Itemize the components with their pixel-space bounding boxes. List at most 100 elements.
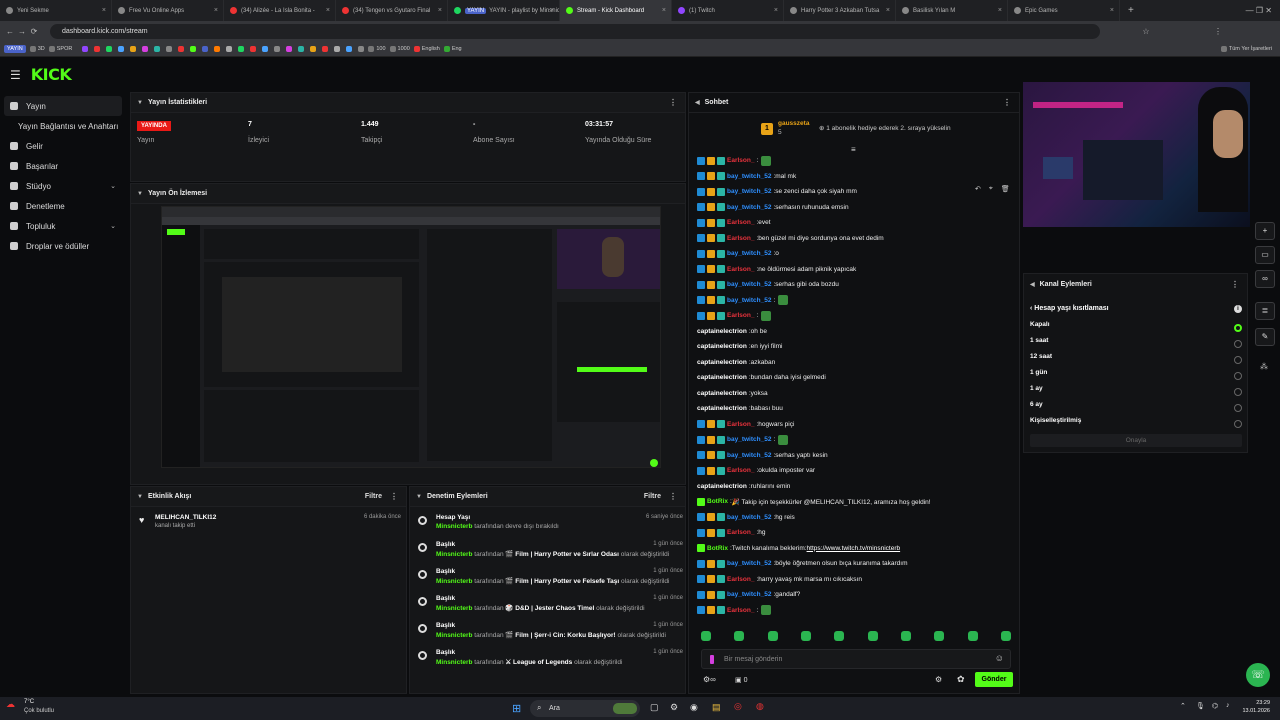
tab-close-icon[interactable]: × — [1110, 7, 1114, 14]
chat-message[interactable]: BotRix: 🎉 Takip için teşekkürler @MELIHC… — [697, 494, 1007, 510]
chat-message[interactable]: bay_twitch_52: se zenci daha çok siyah m… — [697, 184, 1007, 200]
quick-emote-icon[interactable] — [1000, 631, 1011, 641]
bookmark-favicon-icon[interactable] — [130, 46, 137, 52]
rail-chat-icon[interactable]: ▭ — [1255, 246, 1275, 264]
rail-link-icon[interactable]: ∞ — [1255, 270, 1275, 288]
chat-message[interactable]: Earlson_: harry yavaş mk marsa mı cıkıca… — [697, 572, 1007, 588]
window-controls[interactable]: — ❐ ✕ — [1246, 6, 1272, 15]
chat-username[interactable]: Earlson_ — [727, 529, 754, 536]
chat-settings-icon[interactable]: ⚙∞ — [703, 675, 716, 684]
chat-message[interactable]: captainelectrion: ruhlarını emin — [697, 479, 1007, 495]
quick-emote-icon[interactable] — [701, 631, 711, 641]
bookmark-eng[interactable]: Eng — [443, 46, 462, 52]
bookmark-favicon-icon[interactable] — [166, 46, 173, 52]
bookmark-favicon-icon[interactable] — [118, 46, 125, 52]
bookmark-1000[interactable]: 1000 — [389, 46, 410, 52]
tab-close-icon[interactable]: × — [214, 7, 218, 14]
chat-message[interactable]: bay_twitch_52: serhas gibi oda bozdu — [697, 277, 1007, 293]
new-tab-icon[interactable]: + — [1128, 5, 1134, 16]
chat-username[interactable]: Earlson_ — [727, 157, 754, 164]
url-field[interactable]: dashboard.kick.com/stream — [50, 24, 1100, 39]
tab-close-icon[interactable]: × — [886, 7, 890, 14]
points-display[interactable]: ▣ 0 — [735, 676, 747, 684]
info-icon[interactable]: i — [1234, 305, 1242, 313]
bookmark-favicon-icon[interactable] — [358, 46, 365, 52]
moderation-menu-icon[interactable]: ⋮ — [669, 492, 677, 501]
back-icon[interactable]: ← — [4, 27, 16, 36]
chat-message[interactable]: captainelectrion: babası buu — [697, 401, 1007, 417]
taskbar-search[interactable]: ⌕ Ara — [530, 700, 640, 717]
chat-message[interactable]: Earlson_: — [697, 153, 1007, 169]
age-option[interactable]: 1 saat — [1030, 337, 1242, 351]
chat-username[interactable]: bay_twitch_52 — [727, 173, 771, 180]
radio-button[interactable] — [1234, 324, 1242, 332]
clock[interactable]: 23:29 13.01.2026 — [1238, 700, 1270, 714]
browser-tab[interactable]: YAYIN YAYIN - playlist by Minsnicter × — [448, 0, 560, 21]
bookmark-favicon-icon[interactable] — [262, 46, 269, 52]
sidebar-item[interactable]: Yayın Bağlantısı ve Anahtarı — [0, 116, 128, 136]
chat-username[interactable]: captainelectrion — [697, 343, 747, 350]
bookmark-favicon-icon[interactable] — [106, 46, 113, 52]
age-option[interactable]: 1 ay — [1030, 385, 1242, 399]
chat-message[interactable]: Earlson_: ne öldürmesi adam piknik yapıc… — [697, 262, 1007, 278]
chat-message[interactable]: captainelectrion: en iyyi filmi — [697, 339, 1007, 355]
events-filter-button[interactable]: Filtre — [365, 493, 382, 500]
moderation-filter-button[interactable]: Filtre — [644, 493, 661, 500]
bookmark-favicon-icon[interactable] — [178, 46, 185, 52]
sidebar-item[interactable]: Başarılar — [0, 156, 128, 176]
chat-message[interactable]: captainelectrion: azkaban — [697, 355, 1007, 371]
chat-message[interactable]: captainelectrion: oh be — [697, 324, 1007, 340]
chat-message[interactable]: Earlson_: okulda imposter var — [697, 463, 1007, 479]
radio-button[interactable] — [1234, 420, 1242, 428]
chat-message[interactable]: Earlson_: ben güzel mi diye sordunya ona… — [697, 231, 1007, 247]
browser-tab[interactable]: Stream - Kick Dashboard × — [560, 0, 672, 21]
forward-icon[interactable]: → — [16, 27, 28, 36]
bookmark-favicon-icon[interactable] — [346, 46, 353, 52]
bookmark-favicon-icon[interactable] — [214, 46, 221, 52]
stats-menu-icon[interactable]: ⋮ — [669, 98, 677, 107]
confirm-button[interactable]: Onayla — [1030, 434, 1242, 447]
rail-list-icon[interactable]: ≣ — [1255, 302, 1275, 320]
chat-username[interactable]: bay_twitch_52 — [727, 250, 771, 257]
bookmark-favicon-icon[interactable] — [142, 46, 149, 52]
all-bookmarks[interactable]: Tüm Yer İşaretleri — [1220, 46, 1272, 52]
events-menu-icon[interactable]: ⋮ — [390, 492, 398, 501]
chat-username[interactable]: captainelectrion — [697, 405, 747, 412]
browser-menu-icon[interactable]: ⋮ — [1212, 27, 1224, 36]
bookmark-favicon-icon[interactable] — [334, 46, 341, 52]
tab-close-icon[interactable]: × — [326, 7, 330, 14]
bookmark-favicon-icon[interactable] — [250, 46, 257, 52]
bookmark-favicon-icon[interactable] — [154, 46, 161, 52]
bookmark-favicon-icon[interactable] — [274, 46, 281, 52]
chat-username[interactable]: BotRix — [707, 545, 728, 552]
browser-tab[interactable]: Basilisk Yılan M × — [896, 0, 1008, 21]
collapse-icon[interactable]: ▼ — [137, 191, 143, 197]
gift-sub-icon[interactable]: ✿ — [957, 674, 965, 685]
age-option[interactable]: 12 saat — [1030, 353, 1242, 367]
chat-message[interactable]: captainelectrion: bundan daha iyisi gelm… — [697, 370, 1007, 386]
chat-message[interactable]: bay_twitch_52: mal mk — [697, 169, 1007, 185]
chat-username[interactable]: captainelectrion — [697, 328, 747, 335]
support-chat-icon[interactable]: ☏ — [1246, 663, 1270, 687]
reload-icon[interactable]: ⟳ — [28, 27, 40, 36]
chat-message[interactable]: Earlson_: hogwars piçi — [697, 417, 1007, 433]
chat-username[interactable]: Earlson_ — [727, 266, 754, 273]
obs-icon[interactable]: ◍ — [756, 701, 764, 712]
settings-app-icon[interactable]: ⚙ — [670, 702, 678, 713]
browser-tab[interactable]: Free Vu Online Apps × — [112, 0, 224, 21]
star-icon[interactable]: ☆ — [1140, 27, 1152, 36]
age-option[interactable]: 6 ay — [1030, 401, 1242, 415]
chat-username[interactable]: captainelectrion — [697, 359, 747, 366]
browser-tab[interactable]: (1) Twitch × — [672, 0, 784, 21]
leader-user[interactable]: gausszeta — [778, 120, 809, 127]
chat-link[interactable]: https://www.twitch.tv/minsnicterb — [807, 545, 901, 552]
emoji-icon[interactable]: ☺ — [995, 653, 1004, 663]
quick-emote-icon[interactable] — [934, 631, 945, 641]
sidebar-item[interactable]: Denetleme — [0, 196, 128, 216]
tab-close-icon[interactable]: × — [998, 7, 1002, 14]
chat-username[interactable]: Earlson_ — [727, 312, 754, 319]
quick-emote-icon[interactable] — [800, 631, 811, 641]
browser-tab[interactable]: (34) Alizée - La Isla Bonita - × — [224, 0, 336, 21]
chat-input[interactable]: Bir mesaj gönderin ☺ — [701, 649, 1011, 669]
kick-logo[interactable]: KICK — [31, 65, 72, 84]
